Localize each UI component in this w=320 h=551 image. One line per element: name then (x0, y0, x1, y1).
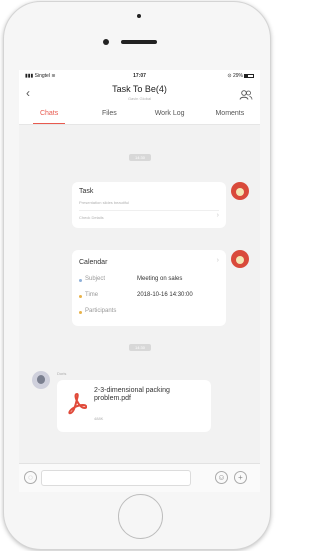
time-bullet-icon (79, 295, 82, 298)
timestamp-badge: 14:30 (129, 344, 151, 351)
chat-header: ‹ Task To Be(4) Gavin Global (19, 82, 260, 106)
avatar[interactable] (231, 250, 249, 268)
home-button[interactable] (118, 494, 163, 539)
page-subtitle: Gavin Global (127, 96, 152, 101)
voice-icon[interactable]: ◌ (24, 471, 37, 484)
message-input-bar: ◌ ☺ + (19, 463, 260, 492)
subject-label: Subject (85, 276, 106, 282)
task-card-title: Task (79, 188, 94, 195)
check-details-link[interactable]: Check Details (79, 215, 104, 220)
file-size: 488K (94, 416, 104, 421)
chevron-right-icon: › (216, 257, 219, 264)
tab-moments[interactable]: Moments (200, 106, 260, 124)
subject-value: Meeting on sales (137, 276, 183, 282)
status-bar: ▮▮▮ Singtel ≋ 17:07 ⊙ 29% (19, 70, 260, 82)
calendar-card-title: Calendar (79, 259, 108, 266)
proximity-sensor (137, 14, 141, 18)
file-name: 2-3-dimensional packing problem.pdf (94, 387, 170, 402)
sender-name: Doris (57, 371, 67, 376)
add-attachment-icon[interactable]: + (234, 471, 247, 484)
tab-bar: Chats Files Work Log Moments (19, 106, 260, 125)
tab-work-log[interactable]: Work Log (140, 106, 200, 124)
task-card-subtitle: Presentation slides beautiful (79, 200, 130, 205)
tab-chats[interactable]: Chats (19, 106, 79, 124)
time-value: 2018-10-16 14:30:00 (137, 292, 193, 298)
avatar[interactable] (32, 371, 50, 389)
phone-frame: ▮▮▮ Singtel ≋ 17:07 ⊙ 29% ‹ Task To Be(4… (3, 1, 271, 550)
time-label: Time (85, 292, 99, 298)
message-input[interactable] (41, 470, 191, 486)
tab-files[interactable]: Files (79, 106, 139, 124)
front-camera (103, 39, 109, 45)
task-card[interactable]: Task Presentation slides beautiful Check… (72, 182, 226, 228)
calendar-card[interactable]: Calendar › Subject Meeting on sales Time… (72, 250, 226, 326)
page-title: Task To Be(4) (112, 84, 167, 94)
participants-label: Participants (85, 308, 117, 314)
participants-bullet-icon (79, 311, 82, 314)
battery-indicator: ⊙ 29% (227, 73, 254, 79)
file-message-card[interactable]: 2-3-dimensional packing problem.pdf 488K (57, 380, 211, 432)
group-members-icon[interactable] (239, 87, 253, 105)
emoji-icon[interactable]: ☺ (215, 471, 228, 484)
timestamp-badge: 14:30 (129, 154, 151, 161)
pdf-file-icon (67, 391, 88, 420)
status-time: 17:07 (133, 73, 146, 79)
app-screen: ▮▮▮ Singtel ≋ 17:07 ⊙ 29% ‹ Task To Be(4… (19, 70, 260, 492)
avatar[interactable] (231, 182, 249, 200)
chevron-right-icon: › (216, 212, 219, 219)
card-divider (79, 210, 219, 211)
earpiece-speaker (121, 40, 157, 44)
subject-bullet-icon (79, 279, 82, 282)
